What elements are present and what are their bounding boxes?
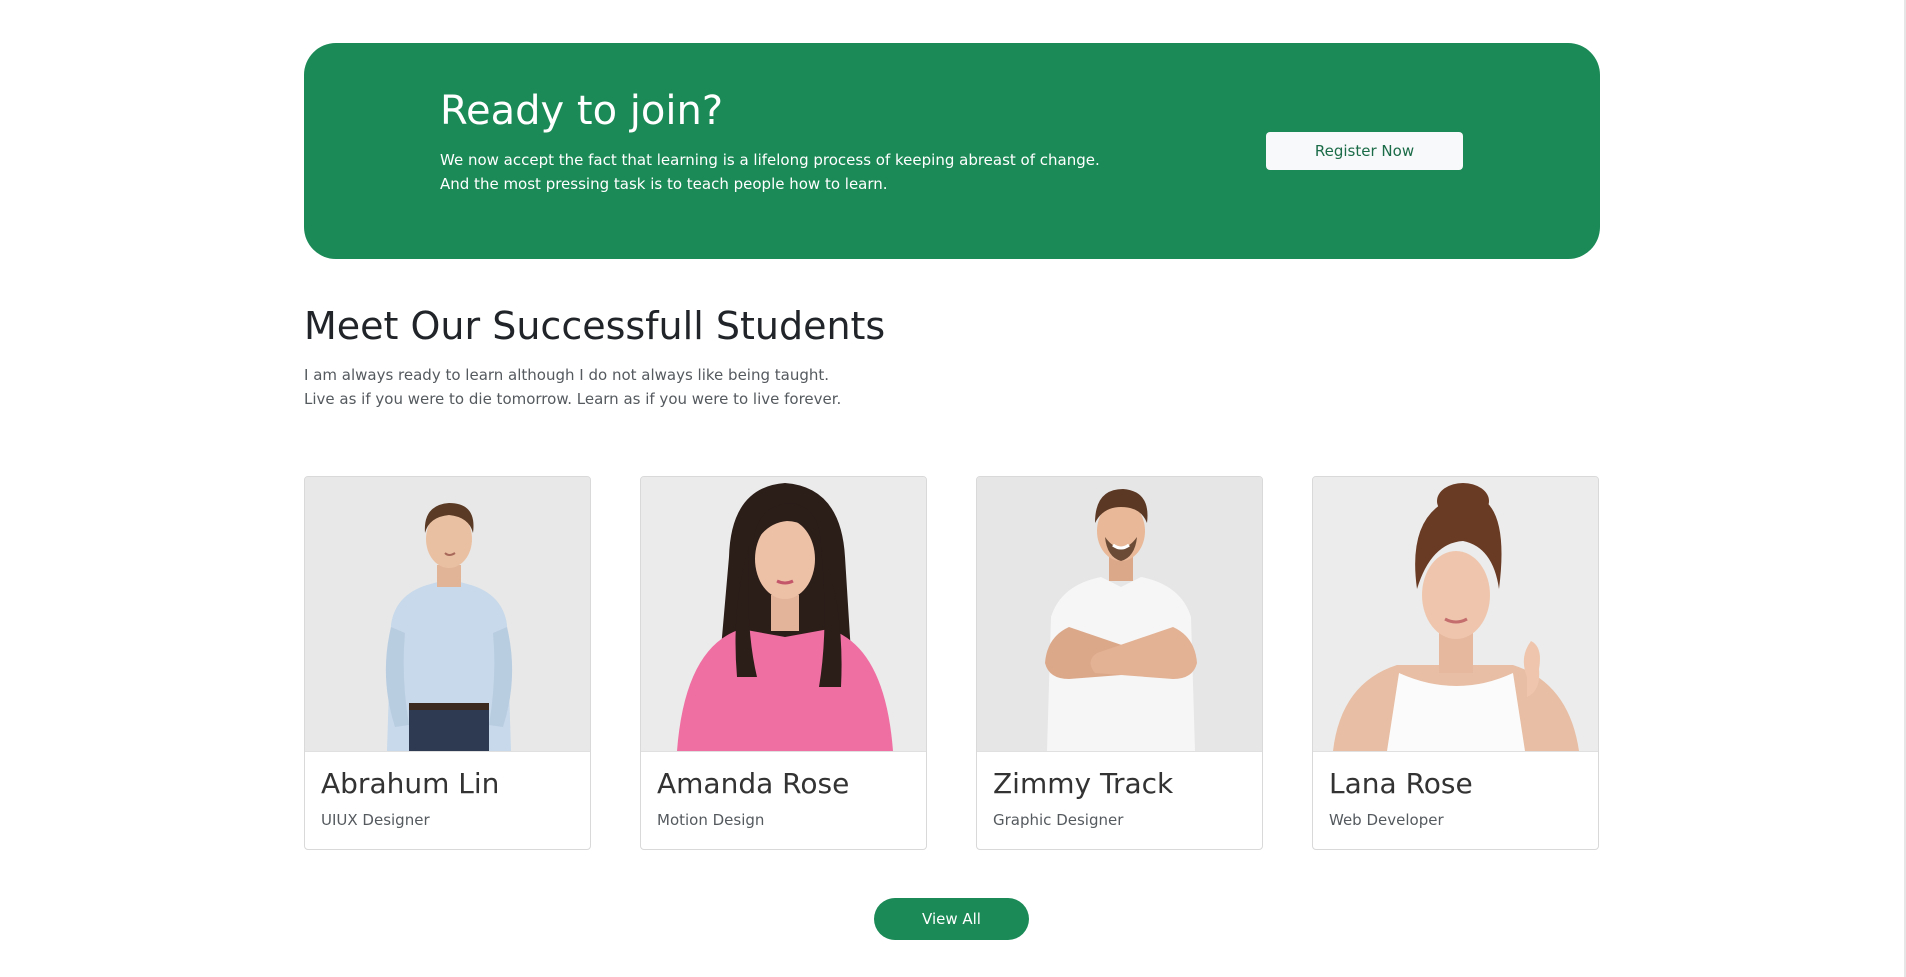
student-name: Zimmy Track — [993, 767, 1174, 800]
student-card[interactable]: Amanda Rose Motion Design — [640, 476, 927, 850]
cta-description-line-2: And the most pressing task is to teach p… — [440, 175, 888, 193]
woman-pink-sweater-portrait — [641, 477, 926, 752]
student-card[interactable]: Lana Rose Web Developer — [1312, 476, 1599, 850]
student-name: Abrahum Lin — [321, 767, 500, 800]
student-role: UIUX Designer — [321, 811, 430, 829]
view-all-button[interactable]: View All — [874, 898, 1029, 940]
register-now-button[interactable]: Register Now — [1266, 132, 1463, 170]
man-light-blue-shirt-portrait — [305, 477, 590, 752]
cta-description: We now accept the fact that learning is … — [440, 148, 1160, 196]
students-description-line-1: I am always ready to learn although I do… — [304, 366, 830, 384]
cta-description-line-1: We now accept the fact that learning is … — [440, 151, 1100, 169]
student-name: Amanda Rose — [657, 767, 850, 800]
student-name: Lana Rose — [1329, 767, 1473, 800]
students-section-description: I am always ready to learn although I do… — [304, 363, 841, 411]
page: Ready to join? We now accept the fact th… — [0, 0, 1906, 977]
students-section-title: Meet Our Successfull Students — [304, 304, 886, 348]
student-card[interactable]: Abrahum Lin UIUX Designer — [304, 476, 591, 850]
student-card[interactable]: Zimmy Track Graphic Designer — [976, 476, 1263, 850]
man-white-tshirt-portrait — [977, 477, 1262, 752]
student-role: Graphic Designer — [993, 811, 1124, 829]
woman-white-top-portrait — [1313, 477, 1598, 752]
student-role: Web Developer — [1329, 811, 1444, 829]
cta-banner: Ready to join? We now accept the fact th… — [304, 43, 1600, 259]
student-role: Motion Design — [657, 811, 765, 829]
students-description-line-2: Live as if you were to die tomorrow. Lea… — [304, 390, 842, 408]
cta-title: Ready to join? — [440, 88, 724, 134]
